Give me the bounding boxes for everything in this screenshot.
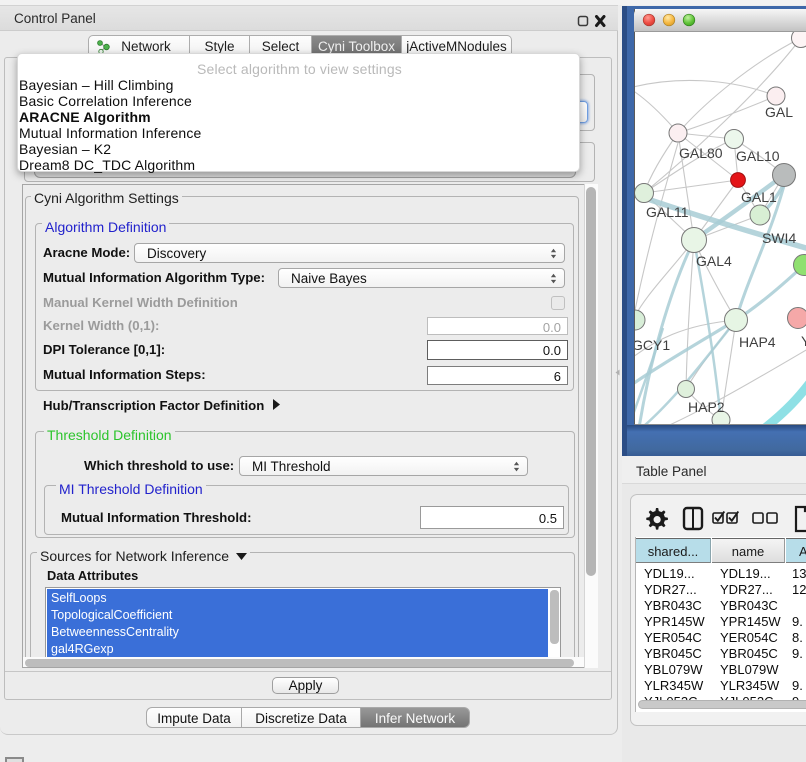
svg-text:SWI4: SWI4 [762,230,796,246]
svg-text:GAL1: GAL1 [741,189,777,205]
svg-text:HAP4: HAP4 [739,334,776,350]
svg-text:GCY1: GCY1 [635,337,670,353]
svg-text:GAL11: GAL11 [646,204,689,220]
svg-text:GAL: GAL [765,104,793,120]
svg-text:HAP2: HAP2 [688,399,725,415]
svg-text:Y: Y [801,333,806,349]
svg-text:GAL10: GAL10 [736,148,780,164]
svg-text:GAL4: GAL4 [696,253,732,269]
svg-text:GAL80: GAL80 [679,145,723,161]
